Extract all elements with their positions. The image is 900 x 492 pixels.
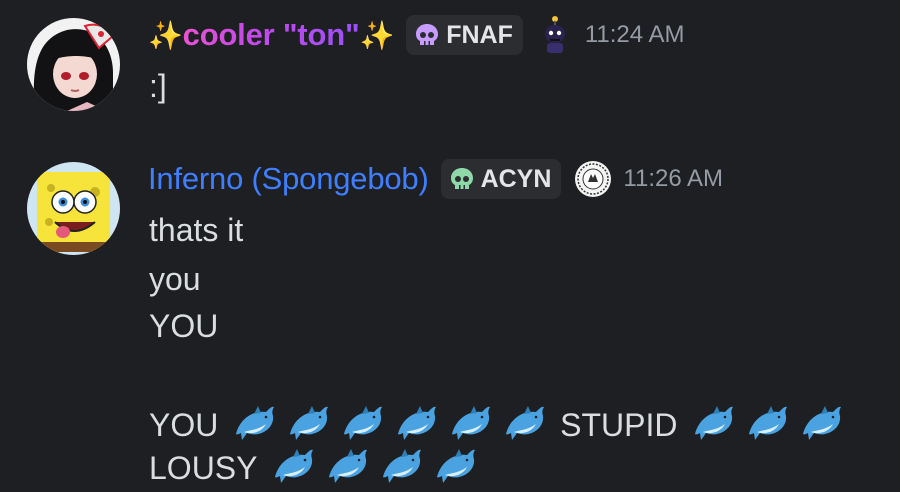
avatar[interactable] <box>27 18 120 111</box>
message-1: ✨cooler "ton"✨ FNAF 11:24 AM:] <box>0 0 900 120</box>
dolphin-emoji-icon <box>448 404 492 444</box>
avatar[interactable] <box>27 162 120 255</box>
message-header: Inferno (Spongebob) ACYN 11:26 AM <box>148 157 723 201</box>
dolphin-emoji-icon <box>271 447 315 487</box>
sparkle-icon: ✨ <box>148 20 183 51</box>
message-word: YOU <box>149 407 219 443</box>
dolphin-emoji-icon <box>433 447 477 487</box>
message-text-line-emoji: LOUSY <box>149 447 482 487</box>
username[interactable]: ✨cooler "ton"✨ <box>148 17 394 53</box>
dolphin-emoji-icon <box>325 447 369 487</box>
dolphin-emoji-icon <box>286 404 330 444</box>
dolphin-emoji-icon <box>691 404 735 444</box>
purple-skull-icon <box>414 22 440 48</box>
server-tag-label: ACYN <box>480 164 552 193</box>
message-word: STUPID <box>560 407 678 443</box>
message-text-line: thats it <box>149 212 244 248</box>
dolphin-emoji-icon <box>394 404 438 444</box>
dolphin-emoji-icon <box>340 404 384 444</box>
message-text: :] <box>149 68 167 104</box>
dolphin-emoji-icon <box>799 404 843 444</box>
green-skull-icon <box>449 166 475 192</box>
spongebob-avatar-icon <box>27 162 120 255</box>
animatronic-icon[interactable] <box>535 15 575 55</box>
dolphin-emoji-icon <box>379 447 423 487</box>
message-text-line: YOU <box>149 308 219 344</box>
message-2: Inferno (Spongebob) ACYN 11:26 AM thats … <box>0 140 900 484</box>
server-tag-label: FNAF <box>446 20 513 49</box>
username-text: cooler "ton" <box>182 17 360 52</box>
username[interactable]: Inferno (Spongebob) <box>148 161 429 197</box>
timestamp[interactable]: 11:26 AM <box>623 165 723 193</box>
message-text-line-emoji: YOU STUPID <box>149 404 848 444</box>
server-tag[interactable]: ACYN <box>440 159 562 199</box>
message-word: LOUSY <box>149 450 257 486</box>
timestamp[interactable]: 11:24 AM <box>585 21 685 49</box>
emblem-badge-icon[interactable] <box>573 159 613 199</box>
message-text-line: you <box>149 261 201 297</box>
dolphin-emoji-icon <box>745 404 789 444</box>
dolphin-emoji-icon <box>232 404 276 444</box>
sparkle-icon: ✨ <box>359 20 395 51</box>
dolphin-emoji-icon <box>502 404 546 444</box>
server-tag[interactable]: FNAF <box>406 15 523 55</box>
anime-girl-avatar-icon <box>27 18 120 111</box>
message-header: ✨cooler "ton"✨ FNAF 11:24 AM <box>148 13 684 57</box>
